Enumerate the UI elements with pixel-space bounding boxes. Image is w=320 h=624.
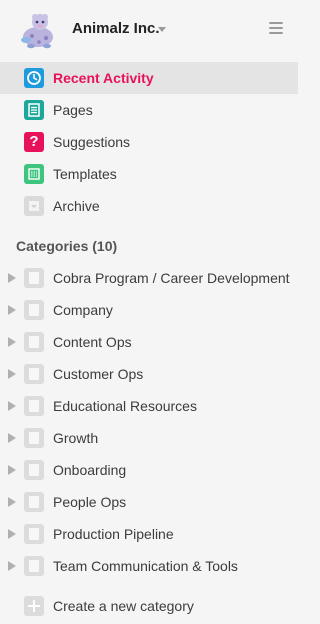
category-label: Production Pipeline	[53, 526, 174, 542]
expand-arrow-icon[interactable]	[8, 497, 16, 507]
animal-mascot-icon[interactable]	[16, 10, 58, 50]
expand-arrow-icon[interactable]	[8, 465, 16, 475]
template-icon	[24, 164, 44, 184]
org-name[interactable]: Animalz Inc.	[72, 20, 160, 37]
category-label: Content Ops	[53, 334, 132, 350]
category-item[interactable]: Educational Resources	[0, 390, 298, 422]
nav-item-label: Archive	[53, 198, 100, 214]
sidebar-header: Animalz Inc.	[0, 0, 298, 58]
category-icon	[24, 300, 44, 320]
nav-item-pages[interactable]: Pages	[0, 94, 298, 126]
category-icon	[24, 364, 44, 384]
category-item[interactable]: Cobra Program / Career Development	[0, 262, 298, 294]
sidebar: Animalz Inc. Recent Activity Pages ? Sug…	[0, 0, 298, 624]
nav-item-templates[interactable]: Templates	[0, 158, 298, 190]
nav-item-label: Recent Activity	[53, 70, 154, 86]
category-item[interactable]: Customer Ops	[0, 358, 298, 390]
category-icon	[24, 524, 44, 544]
nav-item-recent-activity[interactable]: Recent Activity	[0, 62, 298, 94]
plus-icon	[24, 596, 44, 616]
question-icon: ?	[24, 132, 44, 152]
expand-arrow-icon[interactable]	[8, 337, 16, 347]
nav-item-archive[interactable]: Archive	[0, 190, 298, 222]
create-category-label: Create a new category	[53, 598, 194, 614]
category-label: Company	[53, 302, 113, 318]
clock-icon	[24, 68, 44, 88]
expand-arrow-icon[interactable]	[8, 273, 16, 283]
category-icon	[24, 428, 44, 448]
category-item[interactable]: Team Communication & Tools	[0, 550, 298, 582]
category-label: People Ops	[53, 494, 127, 510]
expand-arrow-icon[interactable]	[8, 401, 16, 411]
nav-item-label: Suggestions	[53, 134, 131, 150]
document-icon	[24, 100, 44, 120]
expand-arrow-icon[interactable]	[8, 529, 16, 539]
chevron-down-icon[interactable]	[158, 27, 166, 32]
category-item[interactable]: Company	[0, 294, 298, 326]
nav-item-suggestions[interactable]: ? Suggestions	[0, 126, 298, 158]
category-item[interactable]: People Ops	[0, 486, 298, 518]
category-label: Team Communication & Tools	[53, 558, 238, 574]
category-label: Onboarding	[53, 462, 127, 478]
hamburger-icon[interactable]	[269, 22, 283, 34]
category-icon	[24, 556, 44, 576]
category-icon	[24, 268, 44, 288]
category-label: Customer Ops	[53, 366, 144, 382]
expand-arrow-icon[interactable]	[8, 433, 16, 443]
category-label: Cobra Program / Career Development	[53, 270, 290, 286]
expand-arrow-icon[interactable]	[8, 305, 16, 315]
category-icon	[24, 460, 44, 480]
category-icon	[24, 332, 44, 352]
category-icon	[24, 492, 44, 512]
nav-item-label: Templates	[53, 166, 117, 182]
category-item[interactable]: Onboarding	[0, 454, 298, 486]
create-category-button[interactable]: Create a new category	[0, 590, 298, 622]
category-item[interactable]: Content Ops	[0, 326, 298, 358]
category-item[interactable]: Growth	[0, 422, 298, 454]
categories-heading: Categories (10)	[16, 238, 118, 254]
category-item[interactable]: Production Pipeline	[0, 518, 298, 550]
expand-arrow-icon[interactable]	[8, 369, 16, 379]
category-label: Growth	[53, 430, 99, 446]
nav-item-label: Pages	[53, 102, 93, 118]
category-icon	[24, 396, 44, 416]
category-label: Educational Resources	[53, 398, 197, 414]
archive-icon	[24, 196, 44, 216]
expand-arrow-icon[interactable]	[8, 561, 16, 571]
